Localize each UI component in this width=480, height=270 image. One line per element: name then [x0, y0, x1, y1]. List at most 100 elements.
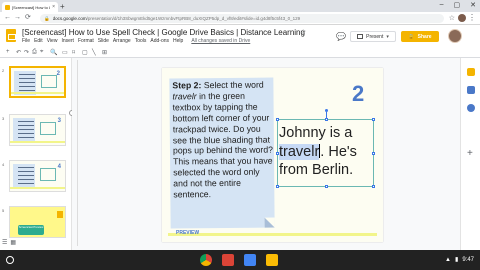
- gmail-icon[interactable]: [222, 254, 234, 266]
- green-textbox[interactable]: Johnny is a travelr. He's from Berlin.: [276, 109, 375, 188]
- footer-strip: [168, 233, 377, 236]
- star-icon[interactable]: ☆: [300, 28, 306, 36]
- tab-close-icon[interactable]: ×: [52, 4, 55, 10]
- resize-handle[interactable]: [372, 118, 375, 121]
- browser-tab[interactable]: [Screencast] How to Use Spell ×: [2, 2, 58, 12]
- undo-icon[interactable]: ↶: [16, 49, 21, 56]
- thumb-corner: [57, 211, 63, 218]
- browser-menu-icon[interactable]: ⋮: [468, 13, 476, 22]
- slide-filmstrip: 2 2 3 3 4 Johnny is atravelr. He'sfrom B…: [0, 58, 80, 250]
- print-icon[interactable]: ⎙: [32, 49, 37, 56]
- menu-tools[interactable]: Tools: [135, 38, 147, 44]
- redo-icon[interactable]: ↷: [24, 49, 29, 56]
- present-label: Present: [366, 33, 384, 40]
- new-tab-button[interactable]: +: [60, 2, 65, 11]
- menu-help[interactable]: Help: [173, 38, 183, 44]
- url-input[interactable]: 🔒 docs.google.com/presentation/d/1h3Sbwg…: [40, 14, 444, 23]
- menu-addons[interactable]: Add-ons: [150, 38, 169, 44]
- share-button[interactable]: 🔒 Share: [401, 31, 439, 42]
- chevron-down-icon[interactable]: ▾: [386, 34, 389, 40]
- resize-handle[interactable]: [325, 118, 328, 121]
- textbox-icon[interactable]: ⌑: [72, 49, 75, 56]
- grid-view-icon[interactable]: ▦: [10, 239, 16, 246]
- new-slide-icon[interactable]: +: [6, 49, 10, 55]
- rotate-handle[interactable]: [325, 109, 328, 112]
- menu-slide[interactable]: Slide: [98, 38, 109, 44]
- menu-insert[interactable]: Insert: [61, 38, 74, 44]
- close-window-button[interactable]: ✕: [470, 1, 476, 9]
- battery-icon: ▮: [455, 257, 459, 263]
- address-bar: ← → ⟳ 🔒 docs.google.com/presentation/d/1…: [0, 12, 480, 25]
- table-icon[interactable]: ⊞: [102, 49, 107, 56]
- os-shelf: ▲ ▮ 9:47: [0, 250, 480, 270]
- slide-thumbnail[interactable]: 3: [9, 114, 66, 146]
- resize-handle[interactable]: [276, 118, 279, 121]
- resize-handle[interactable]: [372, 185, 375, 188]
- paint-format-icon[interactable]: ⌖: [40, 49, 43, 56]
- thumb-textbox: [40, 122, 56, 135]
- lock-icon: 🔒: [408, 33, 415, 40]
- launcher-icon[interactable]: [6, 256, 14, 264]
- slides-logo-icon[interactable]: [6, 29, 16, 42]
- calendar-icon[interactable]: [467, 104, 475, 112]
- resize-handle[interactable]: [325, 185, 328, 188]
- drive-icon[interactable]: [266, 254, 278, 266]
- line-icon[interactable]: ╲: [92, 49, 96, 56]
- clock: 9:47: [462, 256, 474, 263]
- menu-bar: File Edit View Insert Format Slide Arran…: [22, 38, 250, 44]
- wifi-icon: ▲: [445, 256, 451, 263]
- reload-icon[interactable]: ⟳: [25, 14, 31, 22]
- menu-edit[interactable]: Edit: [34, 38, 43, 44]
- slide: Step 2: Select the word travelr in the g…: [162, 68, 383, 242]
- instruction-text: Step 2: Select the word travelr in the g…: [172, 79, 274, 200]
- list-view-icon[interactable]: ☰: [2, 239, 7, 246]
- thumb-number: 3: [57, 118, 61, 124]
- filmstrip-controls: ☰ ▦: [2, 239, 16, 246]
- keep-icon[interactable]: [467, 68, 475, 76]
- thumb-number: 2: [56, 71, 60, 77]
- side-panel: +: [460, 58, 480, 250]
- docs-icon[interactable]: [244, 254, 256, 266]
- maximize-button[interactable]: ▢: [454, 1, 461, 9]
- browser-profile-icon[interactable]: [458, 14, 466, 22]
- menu-arrange[interactable]: Arrange: [113, 38, 131, 44]
- comment-history-icon[interactable]: 💬: [336, 32, 346, 41]
- thumb-number: 4: [57, 164, 61, 170]
- bookmark-star-icon[interactable]: ☆: [449, 14, 455, 22]
- menu-file[interactable]: File: [22, 38, 30, 44]
- vertical-ruler: [74, 60, 78, 246]
- url-text: docs.google.com/presentation/d/1h3SbwgmE…: [53, 16, 301, 21]
- save-status[interactable]: All changes saved in Drive: [191, 38, 250, 44]
- back-icon[interactable]: ←: [4, 14, 11, 22]
- avatar[interactable]: [448, 29, 462, 43]
- slide-thumbnail[interactable]: Screencast Preview: [9, 206, 66, 238]
- tasks-icon[interactable]: [467, 86, 475, 94]
- thumb-textbox: [41, 75, 57, 88]
- resize-handle[interactable]: [276, 185, 279, 188]
- select-icon[interactable]: ▭: [62, 49, 68, 56]
- slide-number-label: 2: [2, 68, 5, 73]
- slides-favicon-icon: [5, 4, 10, 10]
- shape-icon[interactable]: ▢: [82, 49, 88, 56]
- forward-icon[interactable]: →: [14, 14, 21, 22]
- add-on-plus-icon[interactable]: +: [467, 148, 473, 159]
- present-button[interactable]: Present ▾: [350, 31, 396, 42]
- present-icon: [357, 34, 364, 39]
- menu-format[interactable]: Format: [78, 38, 94, 44]
- tab-title: [Screencast] How to Use Spell: [12, 4, 50, 10]
- thumb-note: [13, 118, 35, 142]
- minimize-button[interactable]: –: [440, 1, 444, 9]
- editing-toolbar: + ↶ ↷ ⎙ ⌖ 🔍 ▭ ⌑ ▢ ╲ ⊞: [0, 48, 480, 58]
- chrome-icon[interactable]: [200, 254, 212, 266]
- document-title[interactable]: [Screencast] How to Use Spell Check | Go…: [22, 28, 305, 37]
- thumb-textbox: Johnny is atravelr. He'sfrom Berlin.: [40, 168, 80, 195]
- slide-thumbnail[interactable]: Johnny is atravelr. He'sfrom Berlin. 4: [9, 160, 80, 195]
- menu-view[interactable]: View: [47, 38, 58, 44]
- textbox-text[interactable]: Johnny is a travelr. He's from Berlin.: [279, 124, 374, 180]
- lock-icon: 🔒: [44, 15, 50, 21]
- zoom-icon[interactable]: 🔍: [50, 49, 57, 56]
- instruction-note[interactable]: Step 2: Select the word travelr in the g…: [169, 77, 275, 229]
- system-tray[interactable]: ▲ ▮ 9:47: [445, 256, 474, 264]
- thumb-button: Screencast Preview: [18, 225, 44, 235]
- slide-thumbnail[interactable]: 2: [9, 66, 66, 98]
